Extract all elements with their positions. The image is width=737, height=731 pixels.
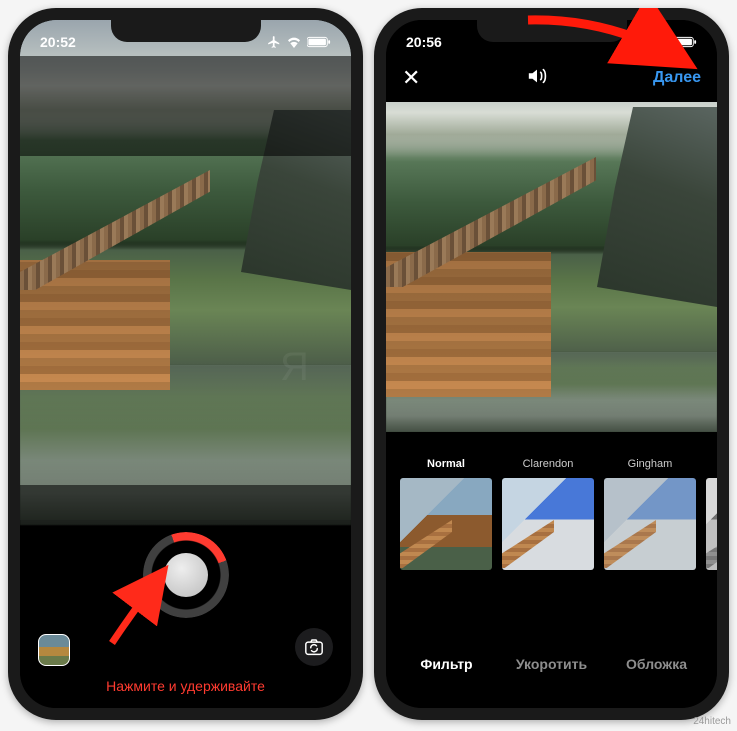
filter-item-next[interactable] [706, 458, 717, 582]
flip-camera-icon [304, 638, 324, 656]
screen-left: 20:52 [20, 20, 351, 708]
sound-toggle-button[interactable] [526, 66, 548, 91]
filter-label: Clarendon [502, 458, 594, 472]
filter-item-normal[interactable]: Normal [400, 458, 492, 582]
wifi-icon [652, 36, 668, 48]
speaker-icon [526, 66, 548, 86]
record-hint-text: Нажмите и удерживайте [20, 678, 351, 694]
status-icons [267, 35, 331, 49]
wifi-icon [286, 36, 302, 48]
filter-item-clarendon[interactable]: Clarendon [502, 458, 594, 582]
filter-label: Normal [400, 458, 492, 472]
filter-strip[interactable]: Normal Clarendon Gingham [386, 458, 717, 582]
tab-filter[interactable]: Фильтр [394, 656, 499, 672]
next-button[interactable]: Далее [653, 69, 701, 87]
filter-thumb [706, 478, 717, 570]
filter-thumb [604, 478, 696, 570]
gallery-thumbnail-button[interactable] [38, 634, 70, 666]
attribution-text: 24hitech [693, 716, 731, 727]
record-button-inner [164, 553, 208, 597]
flip-camera-button[interactable] [295, 628, 333, 666]
filter-thumb [502, 478, 594, 570]
status-icons [633, 35, 697, 49]
filter-thumb [400, 478, 492, 570]
phone-mockup-left: 20:52 [8, 8, 363, 720]
editor-bottom-tabs: Фильтр Укоротить Обложка [386, 638, 717, 708]
close-button[interactable]: ✕ [402, 65, 420, 91]
notch [477, 18, 627, 42]
airplane-icon [267, 35, 281, 49]
status-time: 20:56 [406, 34, 442, 50]
tab-trim[interactable]: Укоротить [499, 656, 604, 672]
filter-item-gingham[interactable]: Gingham [604, 458, 696, 582]
crop-dim-top [20, 56, 351, 156]
status-time: 20:52 [40, 34, 76, 50]
battery-icon [673, 36, 697, 48]
editor-top-bar: ✕ Далее [386, 56, 717, 100]
filter-label [706, 458, 717, 472]
filter-label: Gingham [604, 458, 696, 472]
airplane-icon [633, 35, 647, 49]
screen-right: 20:56 ✕ Далее [386, 20, 717, 708]
tab-cover[interactable]: Обложка [604, 656, 709, 672]
phone-mockup-right: 20:56 ✕ Далее [374, 8, 729, 720]
video-preview[interactable] [386, 102, 717, 432]
record-button[interactable] [143, 532, 229, 618]
notch [111, 18, 261, 42]
battery-icon [307, 36, 331, 48]
